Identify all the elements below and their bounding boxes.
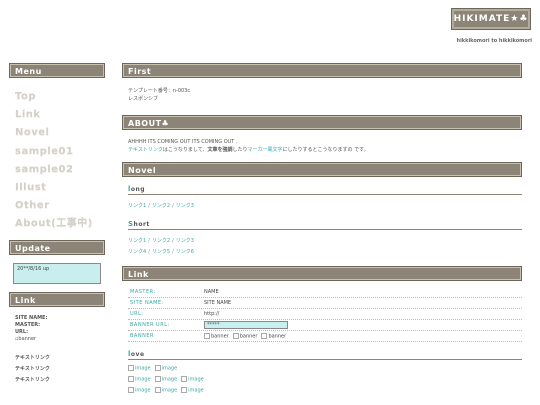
link-image[interactable]: image (128, 387, 151, 394)
long-links: リンク1/リンク2/リンク3 (128, 203, 194, 209)
link-image[interactable]: image (181, 376, 204, 383)
about-title: ABOUT♣ (122, 115, 522, 130)
menu-title: Menu (9, 63, 105, 78)
banner-url-row: BANNER URL: ***** (128, 320, 522, 331)
banner-url-input[interactable]: ***** (204, 321, 288, 329)
menu-item-about[interactable]: About(工事中) (9, 215, 105, 233)
url-row: URL: http:// (128, 309, 522, 320)
menu-item-sample01[interactable]: sample01 (9, 143, 105, 161)
novel-link[interactable]: リンク1 (128, 238, 146, 244)
long-heading: long (128, 185, 522, 195)
site-logo[interactable]: HIKIMATE★♣ (451, 8, 531, 30)
site-name-row: SITE NAME: SITE NAME (128, 298, 522, 309)
menu-item-top[interactable]: Top (9, 88, 105, 106)
novel-title: Novel (122, 162, 522, 177)
menu-item-other[interactable]: Other (9, 197, 105, 215)
first-title: First (122, 63, 522, 78)
responsive-label: レスポンシブ (128, 96, 159, 102)
novel-link[interactable]: リンク3 (176, 203, 194, 209)
master-label: MASTER: (15, 321, 41, 328)
novel-link[interactable]: リンク2 (152, 203, 170, 209)
emphasis-text: 文章を強調 (207, 147, 233, 153)
about-section: ABOUT♣ AHHHH ITS COMING OUT ITS COMING O… (122, 115, 522, 154)
menu-list: Top Link Novel sample01 sample02 Illust … (9, 88, 105, 234)
banner-image[interactable]: banner (261, 333, 286, 339)
menu-item-illust[interactable]: Illust (9, 179, 105, 197)
about-line-2: テキストリンクはこうなりまして、文章を強調したりマーカー風文字にしたりするとこう… (128, 147, 369, 153)
site-subtitle: hikkikomori to hikkikomori (456, 38, 532, 44)
love-images: image image image image image image image ima… (122, 360, 522, 398)
update-title: Update (9, 239, 105, 255)
banner-image[interactable]: banner (233, 333, 258, 339)
sidebar-link-info: SITE NAME: MASTER: URL: ▫banner (9, 315, 105, 343)
novel-link[interactable]: リンク1 (128, 203, 146, 209)
link-image[interactable]: image (128, 365, 151, 372)
novel-link[interactable]: リンク2 (152, 238, 170, 244)
link-section: Link MASTER: NAME SITE NAME: SITE NAME URL… (122, 266, 522, 398)
sidebar: Menu Top Link Novel sample01 sample02 Il… (9, 63, 105, 386)
novel-link[interactable]: リンク6 (176, 249, 194, 255)
menu-item-novel[interactable]: Novel (9, 124, 105, 142)
template-number: テンプレート番号：n-003c (128, 88, 191, 94)
banner-image[interactable]: ▫banner (15, 336, 105, 343)
sidebar-text-link[interactable]: テキストリンク (15, 353, 105, 364)
novel-link[interactable]: リンク4 (128, 249, 146, 255)
novel-link[interactable]: リンク3 (176, 238, 194, 244)
menu-item-sample02[interactable]: sample02 (9, 161, 105, 179)
novel-link[interactable]: リンク5 (152, 249, 170, 255)
short-links: リンク1/リンク2/リンク3 リンク4/リンク5/リンク6 (128, 238, 194, 255)
site-name-label: SITE NAME: (15, 314, 48, 321)
url-label: URL: (15, 328, 29, 335)
first-section: First テンプレート番号：n-003c レスポンシブ (122, 63, 522, 103)
novel-section: Novel long リンク1/リンク2/リンク3 Short リンク1/リンク… (122, 162, 522, 258)
short-heading: Short (128, 220, 522, 230)
link-image[interactable]: image (181, 387, 204, 394)
sidebar-text-links: テキストリンク テキストリンク テキストリンク (9, 353, 105, 386)
link-image[interactable]: image (155, 365, 178, 372)
menu-item-link[interactable]: Link (9, 106, 105, 124)
love-heading: love (128, 350, 522, 360)
link-image[interactable]: image (155, 387, 178, 394)
sidebar-link-title: Link (9, 291, 105, 307)
main-content: First テンプレート番号：n-003c レスポンシブ ABOUT♣ AHHH… (122, 63, 522, 405)
master-row: MASTER: NAME (128, 287, 522, 298)
update-textarea[interactable]: 20**/8/16 up (13, 262, 101, 284)
marker-text: マーカー風文字 (247, 147, 283, 153)
banner-image[interactable]: banner (204, 333, 229, 339)
banner-row: BANNER banner banner banner (128, 331, 522, 342)
link-image[interactable]: image (155, 376, 178, 383)
sidebar-text-link[interactable]: テキストリンク (15, 364, 105, 375)
sidebar-text-link[interactable]: テキストリンク (15, 375, 105, 386)
about-line-1: AHHHH ITS COMING OUT ITS COMING OUT . (128, 139, 238, 145)
link-title: Link (122, 266, 522, 281)
link-image[interactable]: image (128, 376, 151, 383)
about-text-link[interactable]: テキストリンク (128, 147, 163, 153)
